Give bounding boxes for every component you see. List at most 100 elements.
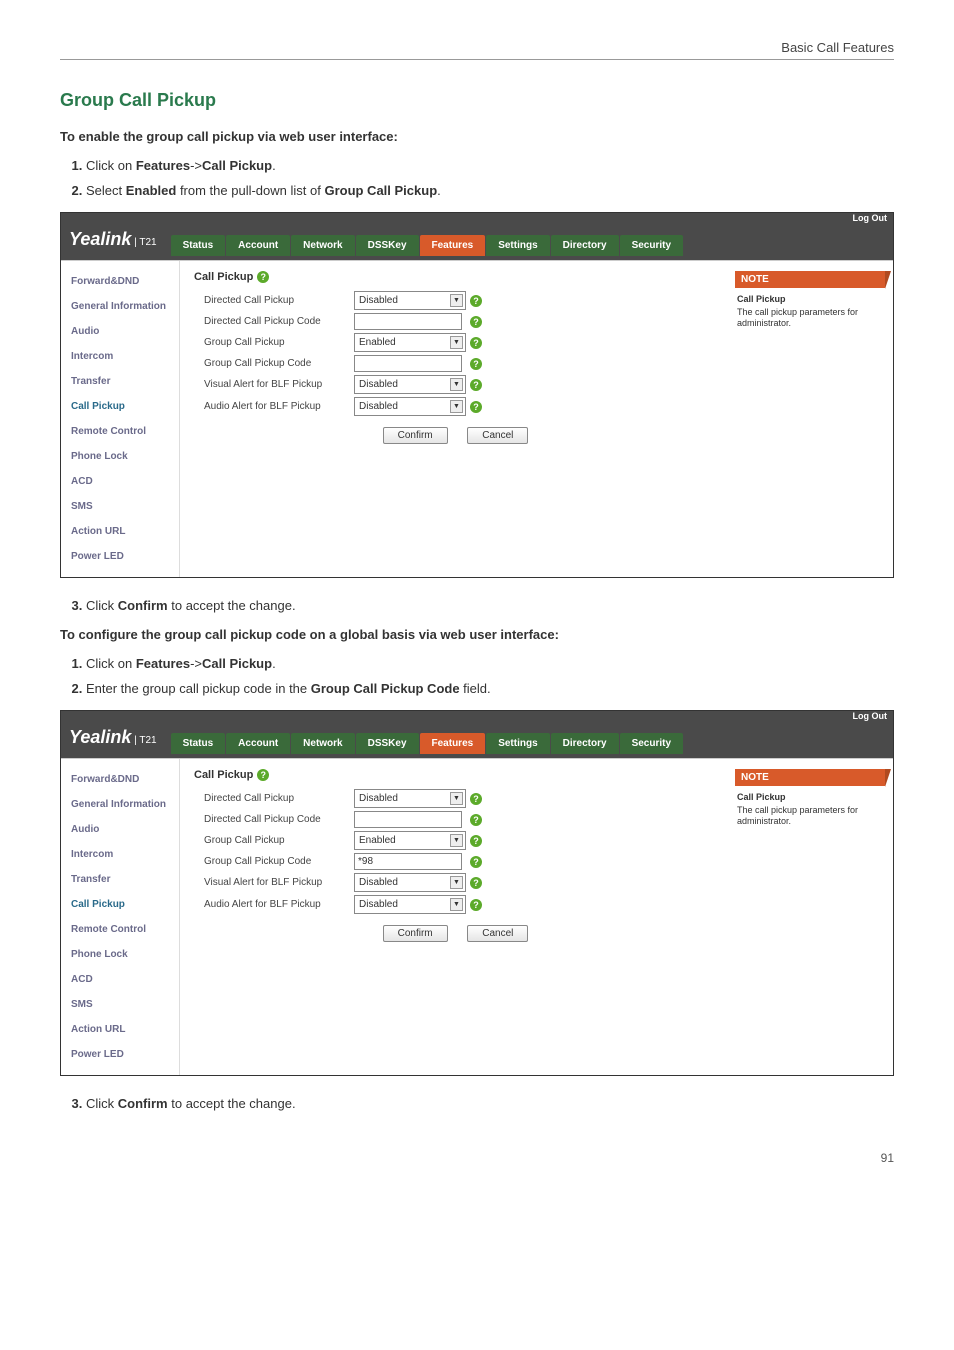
sidebar-item-audio[interactable]: Audio [61,817,179,842]
sidebar-item-audio[interactable]: Audio [61,319,179,344]
nav-tabs: StatusAccountNetworkDSSKeyFeaturesSettin… [171,733,683,754]
sidebar-item-sms[interactable]: SMS [61,992,179,1017]
sidebar-item-remote-control[interactable]: Remote Control [61,419,179,444]
text-field[interactable] [354,355,462,372]
brand-logo: Yealink | T21 [61,723,167,754]
help-icon[interactable]: ? [470,316,482,328]
select-field[interactable]: Disabled▼ [354,375,466,394]
tab-dsskey[interactable]: DSSKey [356,733,419,754]
tab-features[interactable]: Features [420,235,486,256]
logout-link[interactable]: Log Out [853,711,888,721]
sidebar-item-intercom[interactable]: Intercom [61,344,179,369]
text-field[interactable]: *98 [354,853,462,870]
panel-title: Call Pickup ? [194,769,717,781]
note-panel: NOTE Call Pickup The call pickup paramet… [727,759,893,1075]
screenshot-header: Yealink | T21 StatusAccountNetworkDSSKey… [61,225,893,260]
sidebar-item-acd[interactable]: ACD [61,967,179,992]
cancel-button[interactable]: Cancel [467,427,528,444]
nav-tabs: StatusAccountNetworkDSSKeyFeaturesSettin… [171,235,683,256]
sidebar-item-action-url[interactable]: Action URL [61,519,179,544]
field-label: Directed Call Pickup Code [194,814,354,825]
step-2-2: Enter the group call pickup code in the … [86,681,894,696]
step-2-1: Click on Features->Call Pickup. [86,656,894,671]
sidebar-item-phone-lock[interactable]: Phone Lock [61,942,179,967]
help-icon[interactable]: ? [470,337,482,349]
tab-features[interactable]: Features [420,733,486,754]
intro-line-1: To enable the group call pickup via web … [60,129,894,144]
select-field[interactable]: Disabled▼ [354,895,466,914]
sidebar-item-intercom[interactable]: Intercom [61,842,179,867]
help-icon[interactable]: ? [470,401,482,413]
field-label: Visual Alert for BLF Pickup [194,379,354,390]
help-icon[interactable]: ? [257,271,269,283]
sidebar-item-remote-control[interactable]: Remote Control [61,917,179,942]
tab-security[interactable]: Security [620,733,683,754]
tab-security[interactable]: Security [620,235,683,256]
help-icon[interactable]: ? [470,877,482,889]
tab-dsskey[interactable]: DSSKey [356,235,419,256]
field-label: Group Call Pickup Code [194,358,354,369]
field-label: Visual Alert for BLF Pickup [194,877,354,888]
logout-link[interactable]: Log Out [853,213,888,223]
dropdown-arrow-icon: ▼ [450,400,463,413]
steps-list-1: Click on Features->Call Pickup. Select E… [86,158,894,198]
help-icon[interactable]: ? [470,899,482,911]
sidebar: Forward&DNDGeneral InformationAudioInter… [61,759,180,1075]
note-body: Call Pickup The call pickup parameters f… [735,786,885,834]
section-title: Group Call Pickup [60,90,894,111]
button-row: Confirm Cancel [194,924,717,942]
help-icon[interactable]: ? [470,835,482,847]
form-row: Directed Call Pickup Code? [194,811,717,828]
tab-status[interactable]: Status [171,733,226,754]
center-panel: Call Pickup ? Directed Call PickupDisabl… [180,261,727,577]
sidebar-item-acd[interactable]: ACD [61,469,179,494]
note-header: NOTE [735,769,885,786]
dropdown-arrow-icon: ▼ [450,792,463,805]
tab-settings[interactable]: Settings [486,733,549,754]
select-field[interactable]: Disabled▼ [354,789,466,808]
help-icon[interactable]: ? [470,295,482,307]
tab-directory[interactable]: Directory [551,733,619,754]
tab-account[interactable]: Account [226,733,290,754]
help-icon[interactable]: ? [257,769,269,781]
tab-account[interactable]: Account [226,235,290,256]
select-field[interactable]: Disabled▼ [354,291,466,310]
tab-network[interactable]: Network [291,235,354,256]
select-field[interactable]: Disabled▼ [354,397,466,416]
form-row: Group Call PickupEnabled▼? [194,831,717,850]
help-icon[interactable]: ? [470,379,482,391]
sidebar-item-general-information[interactable]: General Information [61,294,179,319]
sidebar-item-power-led[interactable]: Power LED [61,544,179,569]
help-icon[interactable]: ? [470,814,482,826]
sidebar-item-action-url[interactable]: Action URL [61,1017,179,1042]
text-field[interactable] [354,811,462,828]
sidebar-item-transfer[interactable]: Transfer [61,867,179,892]
tab-network[interactable]: Network [291,733,354,754]
text-field[interactable] [354,313,462,330]
sidebar-item-call-pickup[interactable]: Call Pickup [61,394,179,419]
tab-directory[interactable]: Directory [551,235,619,256]
sidebar-item-phone-lock[interactable]: Phone Lock [61,444,179,469]
tab-status[interactable]: Status [171,235,226,256]
header-rule [60,59,894,60]
help-icon[interactable]: ? [470,793,482,805]
confirm-button[interactable]: Confirm [383,925,448,942]
help-icon[interactable]: ? [470,856,482,868]
sidebar-item-sms[interactable]: SMS [61,494,179,519]
screenshot-2: Log Out Yealink | T21 StatusAccountNetwo… [60,710,894,1076]
help-icon[interactable]: ? [470,358,482,370]
sidebar-item-forward-dnd[interactable]: Forward&DND [61,767,179,792]
sidebar-item-transfer[interactable]: Transfer [61,369,179,394]
sidebar-item-call-pickup[interactable]: Call Pickup [61,892,179,917]
confirm-button[interactable]: Confirm [383,427,448,444]
tab-settings[interactable]: Settings [486,235,549,256]
select-field[interactable]: Enabled▼ [354,333,466,352]
sidebar-item-forward-dnd[interactable]: Forward&DND [61,269,179,294]
intro-line-2: To configure the group call pickup code … [60,627,894,642]
sidebar-item-general-information[interactable]: General Information [61,792,179,817]
select-field[interactable]: Enabled▼ [354,831,466,850]
steps-list-1b: Click Confirm to accept the change. [86,598,894,613]
select-field[interactable]: Disabled▼ [354,873,466,892]
sidebar-item-power-led[interactable]: Power LED [61,1042,179,1067]
cancel-button[interactable]: Cancel [467,925,528,942]
